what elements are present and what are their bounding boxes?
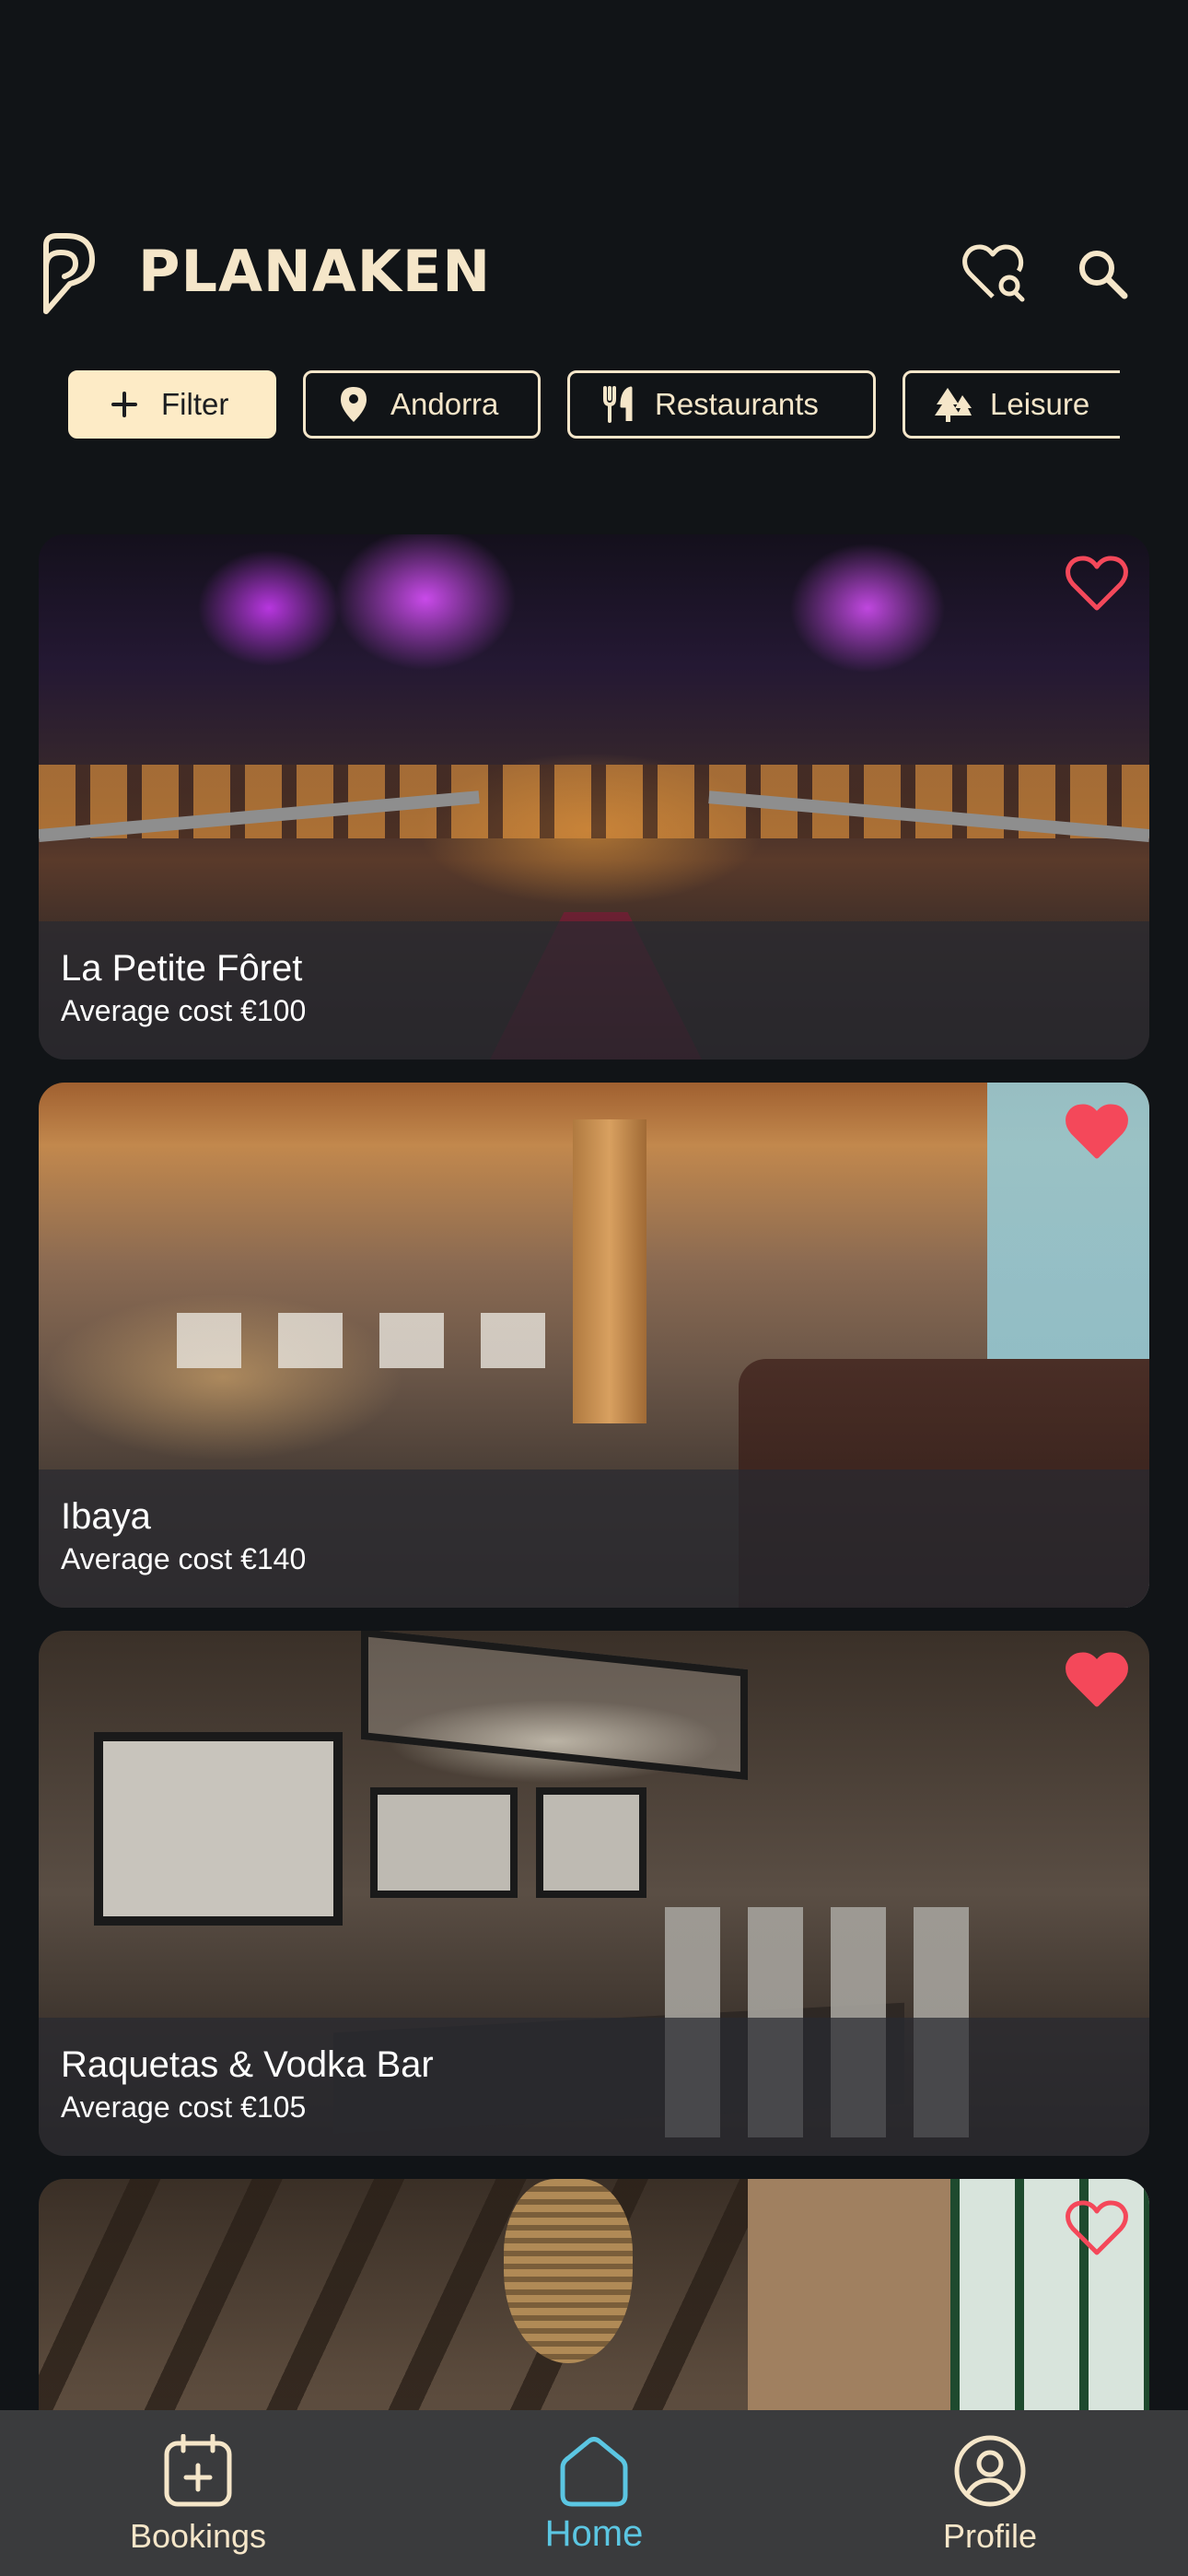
venue-average-cost: Average cost €100 xyxy=(61,994,307,1027)
nav-profile[interactable]: Profile xyxy=(898,2434,1082,2563)
location-pin-icon xyxy=(333,384,374,425)
calendar-plus-icon xyxy=(161,2434,235,2508)
venue-average-cost: Average cost €105 xyxy=(61,2090,307,2124)
heart-search-icon[interactable] xyxy=(960,240,1028,308)
app-header: PLANAKEN xyxy=(0,221,1188,322)
home-screen: PLANAKEN Filter Andorra Restaurants Leis… xyxy=(0,0,1188,2576)
planaken-logo-icon xyxy=(43,233,95,314)
heart-filled-icon[interactable] xyxy=(1065,1103,1129,1162)
home-icon xyxy=(557,2434,631,2508)
restaurants-chip-label: Restaurants xyxy=(655,387,819,421)
bottom-navigation: Bookings Home Profile xyxy=(0,2410,1188,2576)
venue-card-caption xyxy=(39,1469,1149,1608)
heart-outline-icon[interactable] xyxy=(1065,2199,1129,2258)
nav-profile-label: Profile xyxy=(942,2517,1038,2555)
venue-name: Raquetas & Vodka Bar xyxy=(61,2044,434,2085)
fork-knife-icon xyxy=(598,384,638,425)
nav-bookings[interactable]: Bookings xyxy=(106,2434,290,2563)
heart-filled-icon[interactable] xyxy=(1065,1651,1129,1710)
venue-card-caption xyxy=(39,921,1149,1060)
filter-chips-row: Filter Andorra Restaurants Leisure xyxy=(0,369,1120,442)
venue-card[interactable]: La Petite Fôret Average cost €100 xyxy=(39,534,1149,1060)
trees-icon xyxy=(933,384,973,425)
venue-card[interactable]: Raquetas & Vodka Bar Average cost €105 xyxy=(39,1631,1149,2156)
filter-chip-label: Filter xyxy=(161,387,229,421)
andorra-chip[interactable]: Andorra xyxy=(303,370,541,439)
venue-card[interactable]: Ibaya Average cost €140 xyxy=(39,1083,1149,1608)
leisure-chip[interactable]: Leisure xyxy=(903,370,1120,439)
andorra-chip-label: Andorra xyxy=(390,387,499,421)
nav-home-label: Home xyxy=(544,2513,644,2554)
filter-chip[interactable]: Filter xyxy=(68,370,276,439)
leisure-chip-label: Leisure xyxy=(990,387,1090,421)
heart-outline-icon[interactable] xyxy=(1065,555,1129,614)
search-icon[interactable] xyxy=(1068,240,1136,308)
restaurants-chip[interactable]: Restaurants xyxy=(567,370,876,439)
plus-icon xyxy=(104,384,145,425)
app-title: PLANAKEN xyxy=(138,238,492,305)
user-circle-icon xyxy=(953,2434,1027,2508)
venue-card-caption xyxy=(39,2018,1149,2156)
nav-bookings-label: Bookings xyxy=(129,2517,267,2555)
venue-average-cost: Average cost €140 xyxy=(61,1542,307,1575)
nav-home[interactable]: Home xyxy=(502,2434,686,2563)
venue-name: Ibaya xyxy=(61,1496,151,1537)
venue-name: La Petite Fôret xyxy=(61,948,303,989)
